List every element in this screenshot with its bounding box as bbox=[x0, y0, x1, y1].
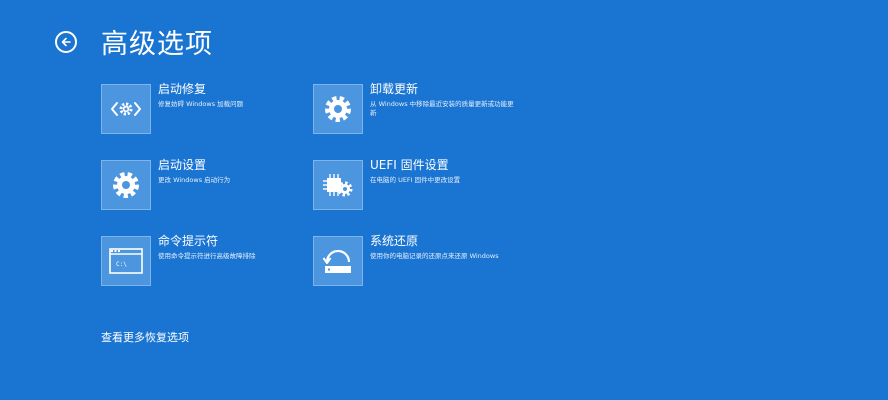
code-gear-icon bbox=[101, 84, 151, 134]
tile-uefi-firmware-settings[interactable]: UEFI 固件设置 在电脑的 UEFI 固件中更改设置 bbox=[313, 158, 520, 210]
tile-description: 从 Windows 中移除最近安装的质量更新或功能更新 bbox=[370, 100, 514, 117]
tile-system-restore[interactable]: 系统还原 使用你的电脑记录的还原点来还原 Windows bbox=[313, 234, 520, 286]
tile-startup-repair[interactable]: 启动修复 修复妨碍 Windows 加载问题 bbox=[101, 82, 308, 134]
tile-command-prompt[interactable]: C:\ 命令提示符 使用命令提示符进行高级故障排除 bbox=[101, 234, 308, 286]
tile-title: 卸载更新 bbox=[370, 82, 419, 96]
gear-icon bbox=[101, 160, 151, 210]
tile-description: 在电脑的 UEFI 固件中更改设置 bbox=[370, 176, 461, 184]
more-recovery-options-link[interactable]: 查看更多恢复选项 bbox=[101, 329, 189, 345]
tile-description: 使用命令提示符进行高级故障排除 bbox=[158, 252, 256, 260]
back-arrow-icon bbox=[61, 37, 71, 47]
system-restore-icon bbox=[313, 236, 363, 286]
tile-title: 启动修复 bbox=[158, 82, 207, 96]
tile-title: 系统还原 bbox=[370, 234, 419, 248]
chip-gear-icon bbox=[313, 160, 363, 210]
tile-uninstall-updates[interactable]: 卸载更新 从 Windows 中移除最近安装的质量更新或功能更新 bbox=[313, 82, 520, 134]
back-button[interactable] bbox=[55, 31, 77, 53]
tile-description: 更改 Windows 启动行为 bbox=[158, 176, 231, 184]
tile-description: 使用你的电脑记录的还原点来还原 Windows bbox=[370, 252, 499, 260]
tile-title: 命令提示符 bbox=[158, 234, 219, 248]
page-title: 高级选项 bbox=[101, 29, 213, 60]
tile-description: 修复妨碍 Windows 加载问题 bbox=[158, 100, 244, 108]
command-prompt-icon: C:\ bbox=[101, 236, 151, 286]
svg-text:C:\: C:\ bbox=[116, 261, 127, 268]
tile-title: 启动设置 bbox=[158, 158, 207, 172]
gear-icon bbox=[313, 84, 363, 134]
tile-title: UEFI 固件设置 bbox=[370, 158, 449, 172]
tile-startup-settings[interactable]: 启动设置 更改 Windows 启动行为 bbox=[101, 158, 308, 210]
